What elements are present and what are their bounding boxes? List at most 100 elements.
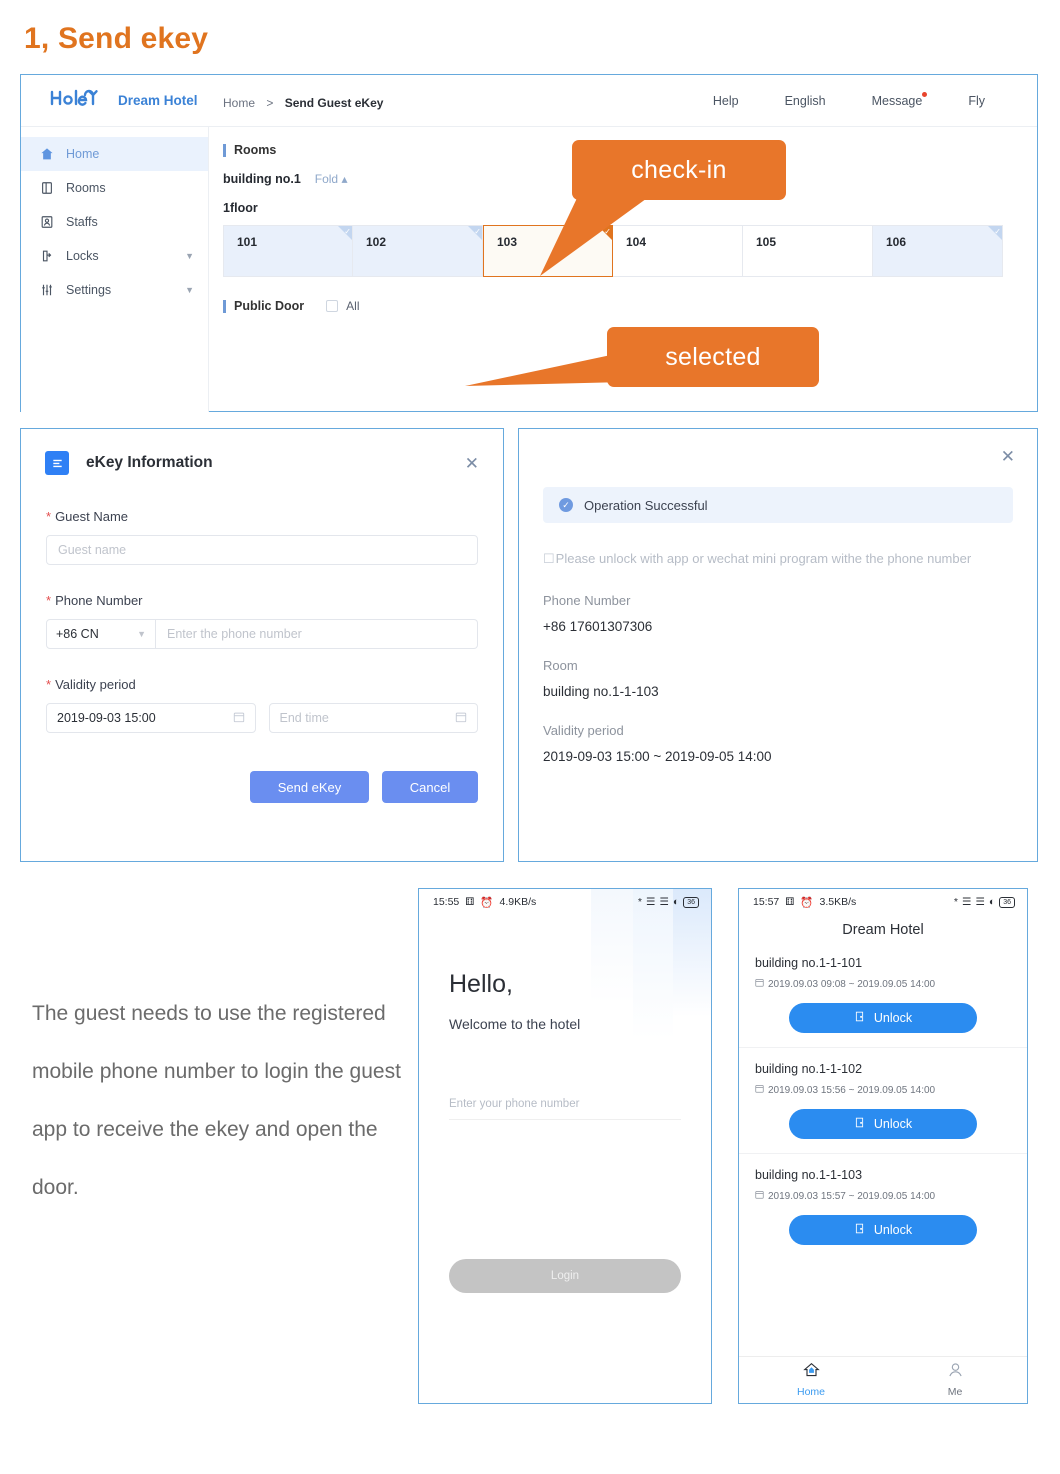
top-nav-fly[interactable]: Fly bbox=[968, 94, 985, 108]
page-title: 1, Send ekey bbox=[24, 22, 209, 55]
sidebar-item-home[interactable]: Home bbox=[21, 137, 208, 171]
callout-checkin-tail bbox=[540, 196, 650, 276]
public-door-label: Public Door bbox=[234, 299, 305, 313]
room-card-101[interactable]: 101 ✓ bbox=[223, 225, 353, 277]
start-time-value: 2019-09-03 15:00 bbox=[57, 711, 156, 725]
chevron-down-icon: ▼ bbox=[185, 251, 194, 261]
phone-number-input[interactable]: Enter your phone number bbox=[449, 1098, 681, 1120]
signal-2-icon: ☰ bbox=[975, 896, 985, 908]
unlock-button[interactable]: Unlock bbox=[789, 1215, 977, 1245]
top-nav-help[interactable]: Help bbox=[713, 94, 739, 108]
battery-icon: 36 bbox=[683, 896, 699, 908]
top-nav-english[interactable]: English bbox=[785, 94, 826, 108]
success-field-phone-value: +86 17601307306 bbox=[543, 619, 653, 635]
console-header: Dream Hotel Help English Message Fly bbox=[21, 75, 1037, 127]
ekey-information-dialog: eKey Information ✕ *Guest Name *Phone Nu… bbox=[20, 428, 504, 862]
guest-name-input[interactable] bbox=[46, 535, 478, 565]
operation-successful-dialog: ✕ ✓ Operation Successful ☐Please unlock … bbox=[518, 428, 1038, 862]
signal-1-icon: ☰ bbox=[646, 896, 656, 908]
top-nav-message[interactable]: Message bbox=[872, 91, 928, 108]
validity-period-field-block: * Validity period 2019-09-03 15:00 End ti… bbox=[46, 677, 478, 733]
chevron-down-icon: ▼ bbox=[137, 629, 146, 639]
home-icon bbox=[802, 1362, 820, 1382]
calendar-icon bbox=[755, 1084, 764, 1096]
room-card-105[interactable]: 105 bbox=[743, 225, 873, 277]
lock-validity: 2019.09.03 15:56 ~ 2019.09.05 14:00 bbox=[755, 1084, 1011, 1096]
room-corner-check-icon: ✓ bbox=[344, 227, 351, 236]
success-alert-banner: ✓ Operation Successful bbox=[543, 487, 1013, 523]
unlock-button[interactable]: Unlock bbox=[789, 1109, 977, 1139]
start-time-input[interactable]: 2019-09-03 15:00 bbox=[46, 703, 256, 733]
callout-selected-tail bbox=[465, 352, 625, 386]
public-door-all-checkbox[interactable]: All bbox=[326, 299, 360, 313]
tab-me[interactable]: Me bbox=[883, 1357, 1027, 1403]
guest-name-label: * Guest Name bbox=[46, 509, 478, 524]
door-icon bbox=[854, 1011, 865, 1025]
unlock-label: Unlock bbox=[873, 1223, 913, 1237]
settings-icon bbox=[39, 283, 55, 297]
phone-number-label: * Phone Number bbox=[46, 593, 478, 608]
rooms-title-label: Rooms bbox=[234, 143, 277, 157]
lock-validity-text: 2019.09.03 09:08 ~ 2019.09.05 14:00 bbox=[768, 978, 936, 990]
home-icon bbox=[39, 147, 55, 161]
sidebar-item-locks[interactable]: Locks ▼ bbox=[21, 239, 208, 273]
list-item: building no.1-1-101 2019.09.03 09:08 ~ 2… bbox=[739, 942, 1027, 1048]
callout-selected: selected bbox=[607, 327, 819, 387]
staffs-icon bbox=[39, 215, 55, 229]
success-field-validity-value: 2019-09-03 15:00 ~ 2019-09-05 14:00 bbox=[543, 749, 772, 765]
brand[interactable]: Dream Hotel bbox=[49, 87, 198, 114]
sidebar-item-staffs-label: Staffs bbox=[66, 215, 98, 229]
success-field-room-key: Room bbox=[543, 658, 578, 674]
validity-period-row: 2019-09-03 15:00 End time bbox=[46, 703, 478, 733]
room-number: 103 bbox=[497, 235, 518, 249]
unlock-button[interactable]: Unlock bbox=[789, 1003, 977, 1033]
country-code-select[interactable]: +86 CN ▼ bbox=[46, 619, 156, 649]
unlock-label: Unlock bbox=[873, 1117, 913, 1131]
lock-name: building no.1-1-101 bbox=[755, 956, 863, 970]
lock-validity: 2019.09.03 15:57 ~ 2019.09.05 14:00 bbox=[755, 1190, 1011, 1202]
close-icon[interactable]: ✕ bbox=[465, 455, 479, 472]
status-bar: 15:57 ⚅ ⏰ 3.5KB/s * ☰ ☰ ◐ 36 bbox=[739, 889, 1027, 915]
chevron-up-icon: ▴ bbox=[341, 172, 348, 186]
country-code-value: +86 CN bbox=[56, 627, 99, 641]
section-accent-bar bbox=[223, 143, 226, 157]
login-button[interactable]: Login bbox=[449, 1259, 681, 1293]
room-corner-check-icon: ✓ bbox=[994, 227, 1001, 236]
explanatory-paragraph: The guest needs to use the registered mo… bbox=[32, 1002, 401, 1199]
alarm-icon: ⏰ bbox=[480, 896, 494, 909]
phone-number-label-text: Phone Number bbox=[55, 593, 143, 608]
sidebar-item-settings[interactable]: Settings ▼ bbox=[21, 273, 208, 307]
close-icon[interactable]: ✕ bbox=[1001, 447, 1015, 467]
end-time-input[interactable]: End time bbox=[268, 703, 478, 733]
guest-name-label-text: Guest Name bbox=[55, 509, 129, 524]
phone-number-input[interactable] bbox=[156, 619, 478, 649]
sidebar-item-staffs[interactable]: Staffs bbox=[21, 205, 208, 239]
success-field-room: Room building no.1-1-103 bbox=[543, 658, 1013, 699]
wifi-icon: ◐ bbox=[988, 896, 996, 908]
lock-name: building no.1-1-103 bbox=[755, 1168, 863, 1182]
section-accent-bar bbox=[223, 299, 226, 313]
room-number: 105 bbox=[756, 235, 777, 249]
mute-icon: ⚅ bbox=[465, 896, 475, 908]
breadcrumb-home[interactable]: Home bbox=[223, 96, 255, 110]
list-item: building no.1-1-102 2019.09.03 15:56 ~ 2… bbox=[739, 1048, 1027, 1154]
sidebar-item-rooms[interactable]: Rooms bbox=[21, 171, 208, 205]
checkbox-icon[interactable] bbox=[326, 300, 339, 312]
document-icon bbox=[45, 451, 69, 475]
sidebar-item-settings-label: Settings bbox=[66, 283, 112, 297]
room-card-106[interactable]: 106 ✓ bbox=[873, 225, 1003, 277]
hotel-logo-icon bbox=[49, 87, 105, 114]
send-ekey-button[interactable]: Send eKey bbox=[250, 771, 369, 803]
battery-icon: 36 bbox=[999, 896, 1015, 908]
brand-name: Dream Hotel bbox=[118, 93, 198, 108]
room-card-102[interactable]: 102 ✓ bbox=[353, 225, 483, 277]
cancel-button[interactable]: Cancel bbox=[382, 771, 478, 803]
tab-home[interactable]: Home bbox=[739, 1357, 883, 1403]
status-right: * ☰ ☰ ◐ 36 bbox=[954, 896, 1015, 908]
room-number: 106 bbox=[886, 235, 907, 249]
sidebar-item-home-label: Home bbox=[66, 147, 100, 161]
status-left: 15:55 ⚅ ⏰ 4.9KB/s bbox=[433, 896, 536, 909]
page-root: 1, Send ekey Dream Hotel Help English Me… bbox=[0, 0, 1060, 1474]
fold-link[interactable]: Fold ▴ bbox=[315, 172, 348, 186]
breadcrumb-current: Send Guest eKey bbox=[284, 96, 384, 110]
